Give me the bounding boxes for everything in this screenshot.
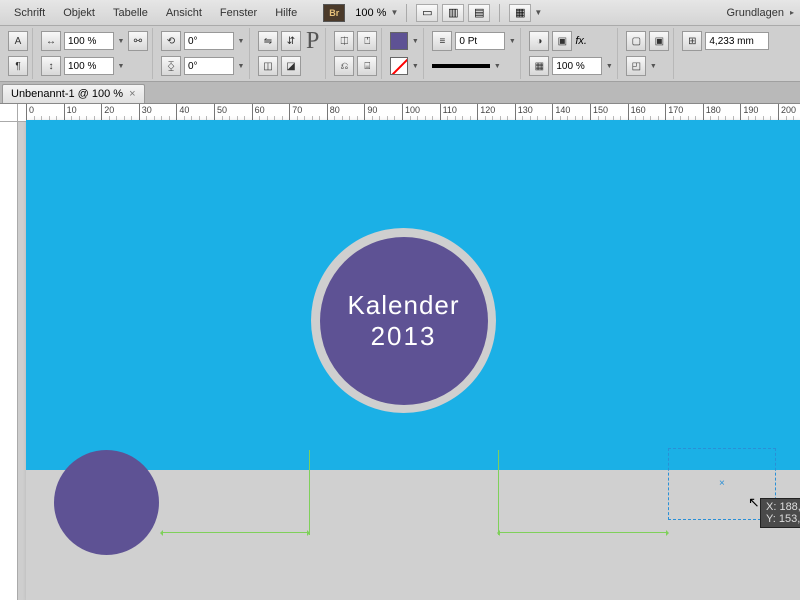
chevron-down-icon[interactable]: ▼ (493, 63, 501, 70)
workspace-switcher[interactable]: Grundlagen (726, 7, 784, 19)
select-container-button[interactable]: ◫ (258, 56, 278, 76)
align-button-3[interactable]: ⎌ (334, 56, 354, 76)
chevron-down-icon[interactable]: ▸ (790, 8, 794, 17)
link-scale-icon[interactable]: ⚯ (128, 31, 148, 51)
chevron-down-icon[interactable]: ▼ (649, 63, 657, 70)
corner-button[interactable]: ◰ (626, 56, 646, 76)
menu-fenster[interactable]: Fenster (212, 3, 265, 23)
view-mode-button-1[interactable]: ▭ (416, 4, 438, 22)
view-mode-button-3[interactable]: ▤ (468, 4, 490, 22)
rotate-input[interactable] (184, 32, 234, 50)
title-text-line2[interactable]: 2013 (371, 321, 437, 352)
effects-button[interactable]: ◑ (529, 31, 549, 51)
menu-schrift[interactable]: Schrift (6, 3, 53, 23)
control-panel: A ¶ ↔ ▼ ⚯ ↕ ▼ ⟲ ▼ ⧰ ▼ ⇋ ⇵ P (0, 26, 800, 82)
stroke-weight-icon: ≡ (432, 31, 452, 51)
document-tab-bar: Unbenannt-1 @ 100 % × (0, 82, 800, 104)
menu-tabelle[interactable]: Tabelle (105, 3, 156, 23)
align-button-1[interactable]: ⎅ (334, 31, 354, 51)
vertical-ruler[interactable] (0, 122, 18, 600)
chevron-down-icon[interactable]: ▼ (237, 38, 245, 45)
ring-object[interactable]: Kalender 2013 (311, 228, 496, 413)
stroke-weight-input[interactable] (455, 32, 505, 50)
frame-fit-button[interactable]: ⊞ (682, 31, 702, 51)
para-style-button[interactable]: ¶ (8, 56, 28, 76)
scale-y-icon: ↕ (41, 56, 61, 76)
small-circle-object[interactable] (54, 450, 159, 555)
opacity-icon: ▦ (529, 56, 549, 76)
canvas[interactable]: Kalender 2013 × ↖ X: 188,68 Y: 153,02 (18, 122, 800, 600)
ruler-origin[interactable] (0, 104, 18, 122)
chevron-down-icon[interactable]: ▼ (237, 63, 245, 70)
chevron-down-icon[interactable]: ▼ (117, 63, 125, 70)
menu-objekt[interactable]: Objekt (55, 3, 103, 23)
text-wrap-button-1[interactable]: ▢ (626, 31, 646, 51)
chevron-down-icon[interactable]: ▼ (411, 38, 419, 45)
type-tool-indicator: P (304, 31, 321, 51)
fx-label[interactable]: fx. (575, 35, 587, 47)
scale-x-input[interactable] (64, 32, 114, 50)
coord-x: X: 188,68 (766, 501, 800, 513)
coord-y: Y: 153,02 (766, 513, 800, 525)
arrange-button[interactable]: ▦ (509, 4, 531, 22)
title-text-line1[interactable]: Kalender (347, 290, 459, 321)
opacity-input[interactable] (552, 57, 602, 75)
smart-guide-gap (498, 532, 668, 533)
fill-swatch[interactable] (390, 32, 408, 50)
zoom-level[interactable]: 100 % (355, 7, 386, 19)
chevron-down-icon[interactable]: ▼ (508, 38, 516, 45)
chevron-down-icon[interactable]: ▼ (534, 8, 542, 17)
view-mode-button-2[interactable]: ▥ (442, 4, 464, 22)
scale-x-icon: ↔ (41, 31, 61, 51)
smart-guide-v (309, 450, 310, 535)
char-style-button[interactable]: A (8, 31, 28, 51)
stroke-style-preview[interactable] (432, 64, 490, 68)
document-tab[interactable]: Unbenannt-1 @ 100 % × (2, 84, 145, 103)
stroke-swatch[interactable] (390, 57, 408, 75)
drop-shadow-button[interactable]: ▣ (552, 31, 572, 51)
flip-h-button[interactable]: ⇋ (258, 31, 278, 51)
chevron-down-icon[interactable]: ▼ (605, 63, 613, 70)
workspace: 0102030405060708090100110120130140150160… (0, 104, 800, 600)
select-content-button[interactable]: ◪ (281, 56, 301, 76)
document-tab-title: Unbenannt-1 @ 100 % (11, 88, 123, 100)
menu-bar: Schrift Objekt Tabelle Ansicht Fenster H… (0, 0, 800, 26)
align-button-4[interactable]: ⌸ (357, 56, 377, 76)
menu-ansicht[interactable]: Ansicht (158, 3, 210, 23)
align-button-2[interactable]: ⍞ (357, 31, 377, 51)
smart-guide-gap (161, 532, 309, 533)
large-circle-object[interactable]: Kalender 2013 (320, 237, 488, 405)
rotate-icon: ⟲ (161, 31, 181, 51)
bridge-button[interactable]: Br (323, 4, 345, 22)
scale-y-input[interactable] (64, 57, 114, 75)
menu-hilfe[interactable]: Hilfe (267, 3, 305, 23)
page[interactable]: Kalender 2013 × (26, 120, 800, 600)
chevron-down-icon[interactable]: ▼ (117, 38, 125, 45)
flip-v-button[interactable]: ⇵ (281, 31, 301, 51)
measure-input[interactable] (705, 32, 769, 50)
text-wrap-button-2[interactable]: ▣ (649, 31, 669, 51)
coordinate-tooltip: X: 188,68 Y: 153,02 (760, 498, 800, 528)
shear-icon: ⧰ (161, 56, 181, 76)
chevron-down-icon[interactable]: ▼ (411, 63, 419, 70)
chevron-down-icon[interactable]: ▼ (390, 8, 398, 17)
smart-guide-v (498, 450, 499, 535)
anchor-icon: × (719, 481, 725, 487)
shear-input[interactable] (184, 57, 234, 75)
close-icon[interactable]: × (129, 88, 135, 100)
